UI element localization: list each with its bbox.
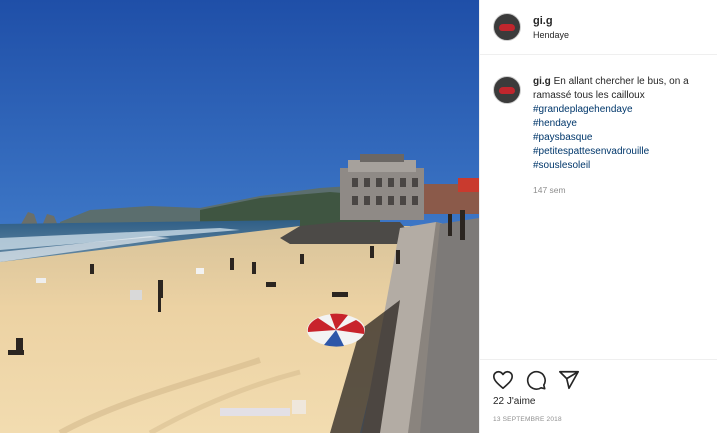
username-link[interactable]: gi.g bbox=[533, 15, 569, 27]
hashtag-link[interactable]: #petitespattesenvadrouille bbox=[533, 145, 705, 159]
hashtag-link[interactable]: #hendaye bbox=[533, 117, 705, 131]
share-icon[interactable] bbox=[558, 369, 580, 391]
beach-photo bbox=[0, 0, 479, 433]
caption-body: gi.g En allant chercher le bus, on a ram… bbox=[533, 75, 705, 197]
post-header: gi.g Hendaye bbox=[480, 0, 717, 55]
hashtag-link[interactable]: #grandeplagehendaye bbox=[533, 103, 705, 117]
heart-icon[interactable] bbox=[492, 369, 514, 391]
like-count[interactable]: 22 J'aime bbox=[480, 391, 717, 407]
action-bar bbox=[480, 360, 717, 391]
avatar-image bbox=[499, 87, 515, 94]
instagram-post: gi.g Hendaye gi.g En allant chercher le … bbox=[0, 0, 717, 433]
caption-avatar[interactable] bbox=[493, 76, 521, 104]
comment-icon[interactable] bbox=[525, 369, 547, 391]
hashtag-link[interactable]: #paysbasque bbox=[533, 131, 705, 145]
post-side-panel: gi.g Hendaye gi.g En allant chercher le … bbox=[479, 0, 717, 433]
avatar[interactable] bbox=[493, 13, 521, 41]
location-link[interactable]: Hendaye bbox=[533, 30, 569, 40]
caption-text: En allant chercher le bus, on a ramassé … bbox=[533, 76, 689, 101]
post-date: 13 SEPTEMBRE 2018 bbox=[493, 416, 562, 423]
post-footer: 22 J'aime 13 SEPTEMBRE 2018 bbox=[480, 359, 717, 423]
caption-username[interactable]: gi.g bbox=[533, 76, 551, 87]
caption: gi.g En allant chercher le bus, on a ram… bbox=[480, 55, 717, 197]
avatar-image bbox=[499, 24, 515, 31]
header-names: gi.g Hendaye bbox=[533, 15, 569, 40]
post-photo[interactable] bbox=[0, 0, 479, 433]
post-time-ago: 147 sem bbox=[533, 185, 566, 195]
hashtag-link[interactable]: #souslesoleil bbox=[533, 159, 705, 173]
